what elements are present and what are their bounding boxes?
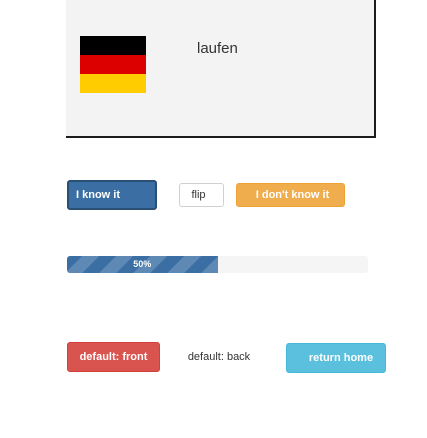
flashcard[interactable]: laufen (66, 0, 376, 138)
flag-stripe-red (80, 55, 146, 74)
germany-flag-icon (80, 36, 146, 93)
default-front-button[interactable]: default: front (67, 342, 160, 372)
default-back-button[interactable]: default: back (176, 343, 262, 371)
progress-bar: 50% (67, 256, 368, 273)
progress-label: 50% (133, 259, 152, 269)
know-it-button[interactable]: I know it (67, 180, 157, 210)
flag-stripe-black (80, 36, 146, 55)
dont-know-it-button[interactable]: I don't know it (236, 183, 345, 207)
return-home-button[interactable]: return home (286, 343, 386, 373)
card-word: laufen (197, 40, 238, 57)
flag-stripe-gold (80, 74, 146, 93)
flip-button[interactable]: flip (179, 183, 224, 207)
